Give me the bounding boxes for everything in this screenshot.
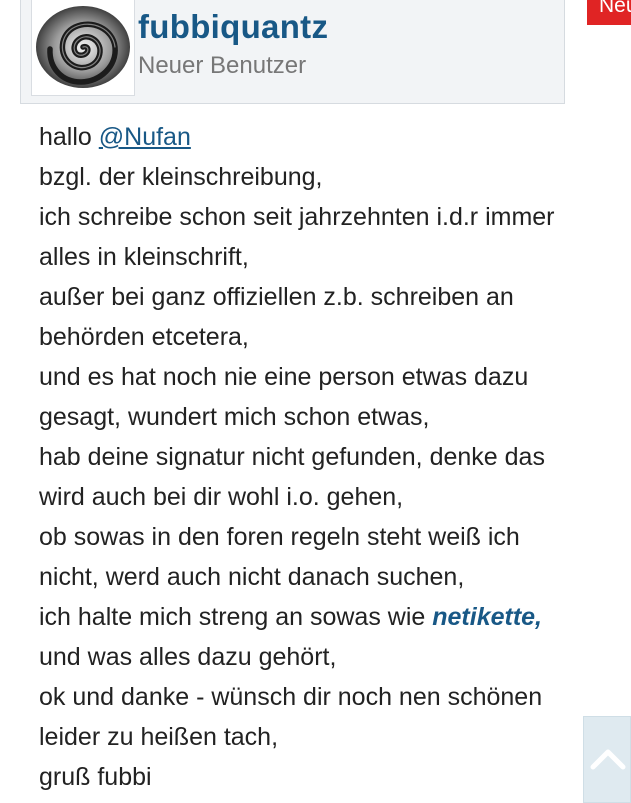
emphasis-line: ich halte mich streng an sowas wie netik… bbox=[39, 597, 619, 637]
emphasis-word: netikette, bbox=[432, 603, 543, 631]
post-line: behörden etcetera, bbox=[39, 323, 249, 351]
post-line: alles in kleinschrift, bbox=[39, 243, 249, 271]
emphasis-prefix: ich halte mich streng an sowas wie bbox=[39, 603, 433, 631]
post-body: hallo @Nufan bzgl. der kleinschreibung, … bbox=[39, 117, 619, 797]
avatar[interactable] bbox=[31, 0, 135, 96]
username-link[interactable]: fubbiquantz bbox=[138, 8, 328, 46]
post-line: ich schreibe schon seit jahrzehnten i.d.… bbox=[39, 203, 555, 231]
scroll-to-top-button[interactable] bbox=[583, 716, 631, 803]
post-line: wird auch bei dir wohl i.o. gehen, bbox=[39, 483, 404, 511]
post-line: und es hat noch nie eine person etwas da… bbox=[39, 363, 529, 391]
post-line: ok und danke - wünsch dir noch nen schön… bbox=[39, 683, 543, 711]
post-line: ob sowas in den foren regeln steht weiß … bbox=[39, 523, 520, 551]
spiral-avatar-icon bbox=[36, 6, 130, 88]
greeting-text: hallo bbox=[39, 123, 99, 151]
post-line: außer bei ganz offiziellen z.b. schreibe… bbox=[39, 283, 514, 311]
mention-link[interactable]: @Nufan bbox=[99, 123, 191, 151]
chevron-up-icon bbox=[590, 749, 626, 770]
signature-line: gruß fubbi bbox=[39, 763, 152, 791]
greeting-line: hallo @Nufan bbox=[39, 117, 619, 157]
post-line: bzgl. der kleinschreibung, bbox=[39, 163, 323, 191]
new-badge: Neu bbox=[587, 0, 631, 25]
post-line: und was alles dazu gehört, bbox=[39, 643, 337, 671]
post-line: hab deine signatur nicht gefunden, denke… bbox=[39, 443, 545, 471]
post-line: leider zu heißen tach, bbox=[39, 723, 279, 751]
user-title: Neuer Benutzer bbox=[138, 52, 307, 79]
post-line: nicht, werd auch nicht danach suchen, bbox=[39, 563, 465, 591]
post-line: gesagt, wundert mich schon etwas, bbox=[39, 403, 430, 431]
user-card: fubbiquantz Neuer Benutzer bbox=[20, 0, 565, 104]
